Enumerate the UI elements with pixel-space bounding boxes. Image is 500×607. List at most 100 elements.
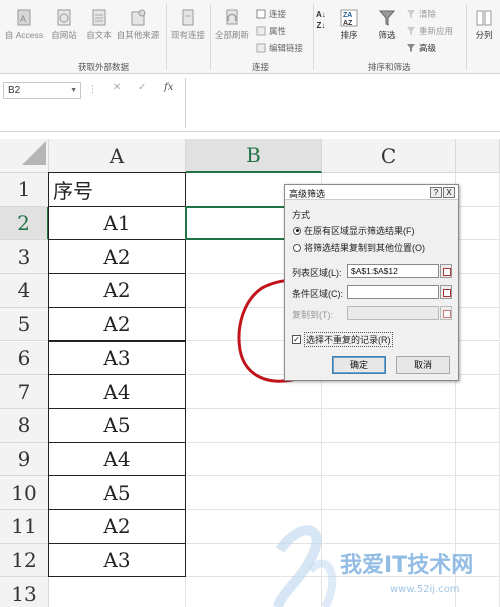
advanced-filter-button[interactable]: 高级 <box>406 42 436 54</box>
row-header[interactable]: 10 <box>0 476 49 510</box>
list-range-input[interactable]: $A$1:$A$12 <box>347 264 439 278</box>
from-web-button[interactable]: 自网站 <box>46 8 82 40</box>
row-header[interactable]: 1 <box>0 173 49 207</box>
column-header-b[interactable]: B <box>186 139 322 173</box>
refresh-all-button[interactable]: 全部刷新 <box>212 8 252 40</box>
row-header[interactable]: 12 <box>0 543 49 578</box>
web-icon <box>55 8 73 28</box>
cell-b12[interactable] <box>186 543 322 578</box>
sort-asc-button[interactable]: A↓ Z↓ <box>316 10 326 30</box>
cell[interactable] <box>456 577 500 607</box>
cell-b13[interactable] <box>186 577 322 607</box>
row-header[interactable]: 3 <box>0 240 49 275</box>
cell[interactable] <box>456 510 500 544</box>
radio-filter-in-place[interactable]: 在原有区域显示筛选结果(F) <box>293 224 415 237</box>
cell-c13[interactable] <box>322 577 456 607</box>
cell-a7[interactable]: A4 <box>48 374 186 409</box>
cell[interactable] <box>456 543 500 578</box>
cell-b8[interactable] <box>186 408 322 443</box>
ribbon: A 自 Access 自网站 自文本 自其他来源 现有连接 全部刷新 连接 属性… <box>0 0 500 74</box>
cell-c9[interactable] <box>322 442 456 477</box>
column-header-next[interactable] <box>456 139 500 173</box>
radio-copy-to-location[interactable]: 将筛选结果复制到其他位置(O) <box>293 241 425 254</box>
cell[interactable] <box>456 375 500 409</box>
select-all-icon <box>22 141 46 165</box>
cell-b10[interactable] <box>186 476 322 510</box>
cell-a12[interactable]: A3 <box>48 542 186 578</box>
cell-c11[interactable] <box>322 510 456 544</box>
row-header[interactable]: 9 <box>0 442 49 477</box>
cell-a9[interactable]: A4 <box>48 441 186 477</box>
cell-b11[interactable] <box>186 510 322 544</box>
cell-a4[interactable]: A2 <box>48 273 186 308</box>
copy-to-input[interactable] <box>347 306 439 320</box>
row-header[interactable]: 13 <box>0 577 49 607</box>
cell[interactable] <box>456 274 500 308</box>
from-other-sources-button[interactable]: 自其他来源 <box>114 8 162 40</box>
clear-filter-button[interactable]: 清除 <box>406 8 436 20</box>
sort-button[interactable]: ZA AZ 排序 <box>335 8 363 40</box>
cell-a13[interactable] <box>49 577 186 607</box>
cell-a10[interactable]: A5 <box>48 475 186 510</box>
cell-a2[interactable]: A1 <box>48 205 186 241</box>
cell-c8[interactable] <box>322 408 456 443</box>
reapply-button[interactable]: 重新应用 <box>406 25 453 37</box>
criteria-range-picker-icon[interactable] <box>440 285 452 299</box>
cell[interactable] <box>456 408 500 443</box>
row-header[interactable]: 4 <box>0 274 49 308</box>
svg-text:A: A <box>20 14 26 24</box>
row-header[interactable]: 6 <box>0 341 49 376</box>
row-header[interactable]: 5 <box>0 307 49 342</box>
cell[interactable] <box>456 240 500 275</box>
cell-a8[interactable]: A5 <box>48 407 186 443</box>
cell-c12[interactable] <box>322 543 456 578</box>
filter-button[interactable]: 筛选 <box>372 8 402 40</box>
unique-records-checkbox[interactable]: ✓ 选择不重复的记录(R) <box>292 332 393 347</box>
cancel-icon[interactable]: ✕ <box>113 82 121 93</box>
chevron-down-icon[interactable]: ▼ <box>70 83 77 98</box>
row-header[interactable]: 8 <box>0 408 49 443</box>
help-button[interactable]: ? <box>430 187 442 198</box>
column-header-a[interactable]: A <box>49 139 186 173</box>
cell[interactable] <box>456 307 500 342</box>
cell-a1[interactable]: 序号 <box>48 172 186 207</box>
cell[interactable] <box>456 476 500 510</box>
from-access-button[interactable]: A 自 Access <box>4 8 44 40</box>
refresh-all-icon <box>223 8 241 28</box>
insert-function-icon[interactable]: fx <box>164 82 173 93</box>
column-header-c[interactable]: C <box>322 139 456 173</box>
enter-icon[interactable]: ✓ <box>138 82 146 93</box>
cell[interactable] <box>456 341 500 376</box>
copy-to-picker-icon[interactable] <box>440 306 452 320</box>
advanced-filter-icon <box>407 44 415 52</box>
cell[interactable] <box>456 173 500 207</box>
ok-button[interactable]: 确定 <box>332 356 386 374</box>
existing-connections-button[interactable]: 现有连接 <box>168 8 208 40</box>
cell-a5[interactable]: A2 <box>48 306 186 342</box>
list-range-picker-icon[interactable] <box>440 264 452 278</box>
row-header[interactable]: 2 <box>0 206 49 241</box>
cell-a3[interactable]: A2 <box>48 239 186 275</box>
cell[interactable] <box>456 206 500 241</box>
criteria-range-input[interactable] <box>347 285 439 299</box>
ribbon-separator <box>313 4 314 70</box>
cell-b9[interactable] <box>186 442 322 477</box>
existing-connections-icon <box>179 8 197 28</box>
cancel-button[interactable]: 取消 <box>396 356 450 374</box>
row-header[interactable]: 11 <box>0 510 49 544</box>
from-text-button[interactable]: 自文本 <box>82 8 116 40</box>
cell-a6[interactable]: A3 <box>48 340 186 376</box>
cell-a11[interactable]: A2 <box>48 509 186 544</box>
properties-button[interactable]: 属性 <box>256 25 286 37</box>
close-button[interactable]: X <box>443 187 455 198</box>
row-header[interactable]: 7 <box>0 375 49 409</box>
connections-button[interactable]: 连接 <box>256 8 286 20</box>
formula-input[interactable] <box>185 78 500 128</box>
text-to-columns-button[interactable]: 分列 <box>470 8 498 40</box>
select-all-corner[interactable] <box>0 139 49 173</box>
properties-icon <box>256 26 266 36</box>
cell[interactable] <box>456 442 500 477</box>
edit-links-button[interactable]: 编辑链接 <box>256 42 303 54</box>
name-box[interactable]: B2 ▼ <box>3 82 81 99</box>
cell-c10[interactable] <box>322 476 456 510</box>
